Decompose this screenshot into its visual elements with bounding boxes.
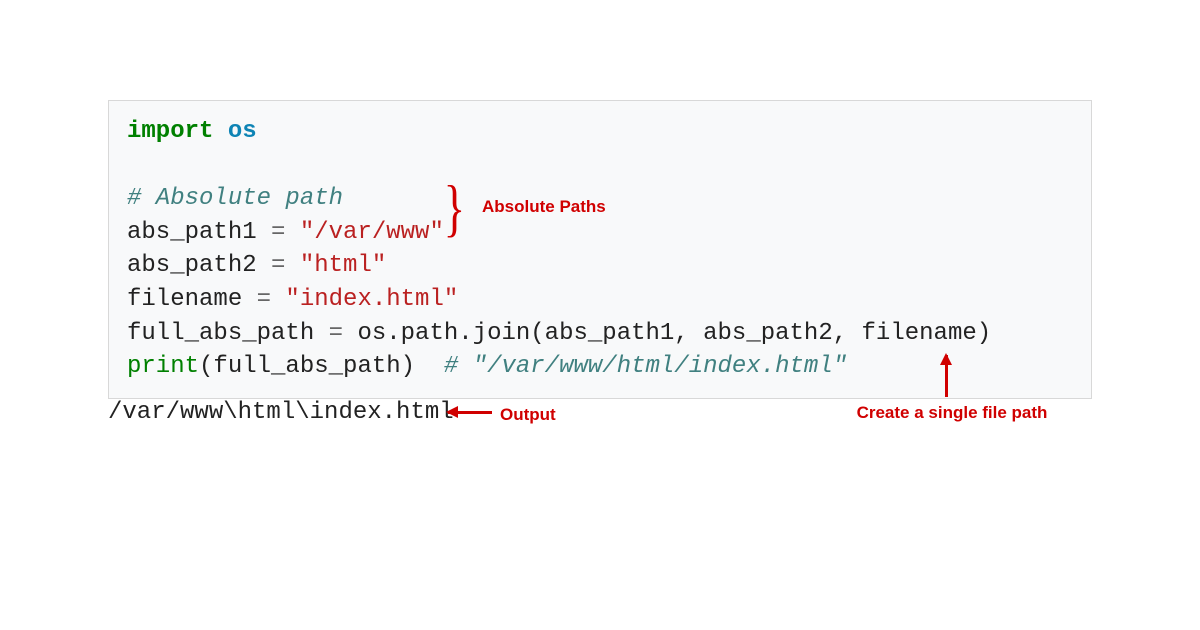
- code-line-abs2: abs_path2 = "html": [127, 249, 1073, 283]
- module-name: os: [228, 118, 257, 145]
- call-join: os.path.join(abs_path1, abs_path2, filen…: [343, 320, 991, 347]
- brace-icon: }: [444, 176, 466, 240]
- string-index: "index.html": [271, 286, 458, 313]
- func-print: print: [127, 353, 199, 380]
- comment-absolute: # Absolute path: [127, 185, 343, 212]
- print-args: (full_abs_path): [199, 353, 444, 380]
- code-line-abs1: abs_path1 = "/var/www": [127, 216, 1073, 250]
- output-text: /var/www\html\index.html: [108, 399, 454, 426]
- var-fullpath: full_abs_path: [127, 320, 329, 347]
- var-abs2: abs_path2: [127, 252, 271, 279]
- annotation-output: Output: [500, 405, 556, 425]
- var-filename: filename: [127, 286, 257, 313]
- arrow-left-icon: [448, 411, 492, 414]
- annotation-absolute-paths: Absolute Paths: [482, 197, 606, 217]
- operator: =: [257, 286, 271, 313]
- code-line-print: print(full_abs_path) # "/var/www/html/in…: [127, 350, 1073, 384]
- operator: =: [271, 219, 285, 246]
- operator: =: [271, 252, 285, 279]
- code-line-import: import os: [127, 115, 1073, 149]
- operator: =: [329, 320, 343, 347]
- var-abs1: abs_path1: [127, 219, 271, 246]
- code-line-filename: filename = "index.html": [127, 283, 1073, 317]
- comment-result: # "/var/www/html/index.html": [444, 353, 847, 380]
- code-line-blank: [127, 149, 1073, 183]
- annotation-single-file-path: Create a single file path: [852, 402, 1052, 424]
- string-html: "html": [285, 252, 386, 279]
- keyword-import: import: [127, 118, 213, 145]
- code-line-fullpath: full_abs_path = os.path.join(abs_path1, …: [127, 317, 1073, 351]
- string-varwww: "/var/www": [285, 219, 443, 246]
